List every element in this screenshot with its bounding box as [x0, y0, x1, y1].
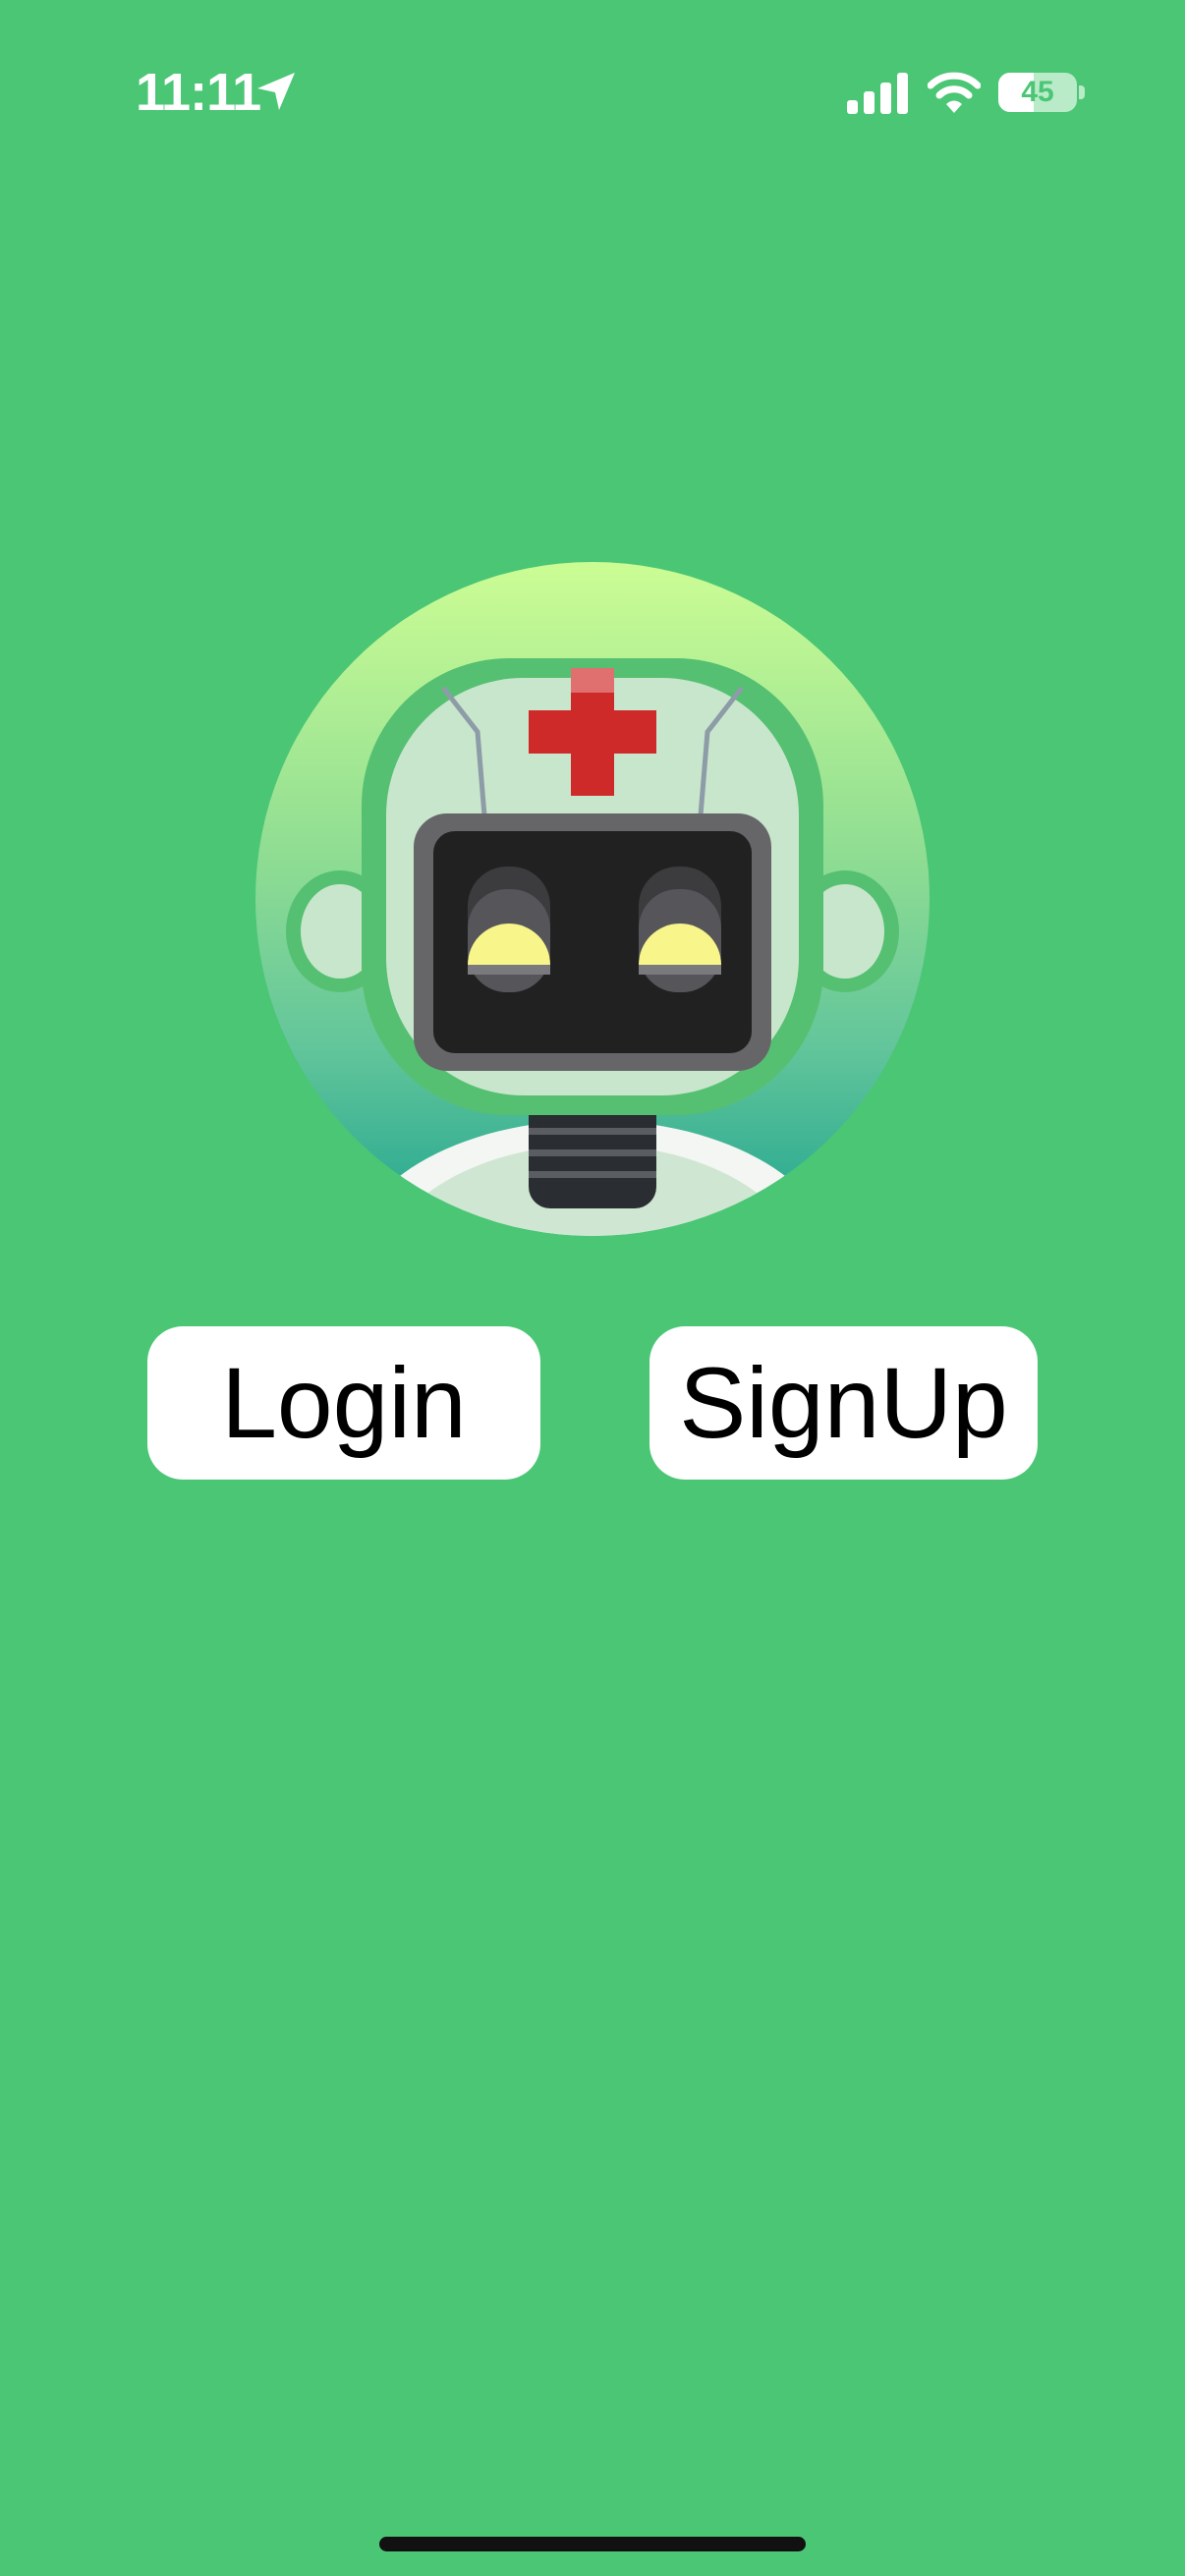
status-bar: 11:11 45	[0, 0, 1185, 187]
medical-robot-avatar	[255, 562, 930, 1236]
location-arrow-icon	[257, 73, 295, 110]
login-button[interactable]: Login	[147, 1326, 540, 1480]
battery-percentage: 45	[1021, 76, 1054, 108]
welcome-screen: 11:11 45 Login SignUp	[0, 0, 1185, 2576]
status-time: 11:11	[136, 63, 261, 122]
signup-button[interactable]: SignUp	[649, 1326, 1038, 1480]
home-indicator[interactable]	[379, 2537, 806, 2551]
cellular-signal-icon	[847, 73, 908, 114]
battery-tip	[1079, 85, 1085, 99]
wifi-icon	[928, 72, 981, 113]
battery-indicator: 45	[998, 73, 1077, 112]
